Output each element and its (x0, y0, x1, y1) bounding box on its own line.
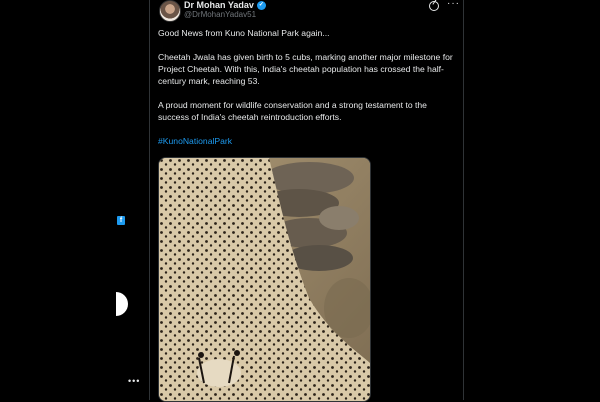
avatar[interactable] (159, 0, 181, 22)
tweet-text: Good News from Kuno National Park again.… (158, 27, 458, 147)
tweet-post: Dr Mohan Yadav ✓ @DrMohanYadav51 ··· Goo… (150, 0, 463, 402)
tweet-paragraph: Good News from Kuno National Park again.… (158, 28, 330, 38)
tweet-media-image[interactable] (158, 157, 371, 402)
author-display-name[interactable]: Dr Mohan Yadav (184, 0, 254, 10)
cheetah-with-cubs-photo (159, 158, 370, 401)
sidebar-toggle-icon[interactable] (116, 292, 128, 316)
left-sidebar: f ••• (0, 0, 150, 400)
more-options-icon[interactable]: ··· (447, 0, 460, 9)
grok-icon[interactable] (429, 1, 439, 11)
tweet-paragraph: Cheetah Jwala has given birth to 5 cubs,… (158, 52, 453, 86)
hashtag-link[interactable]: #KunoNationalPark (158, 135, 458, 147)
column-divider (463, 0, 464, 400)
facebook-icon[interactable]: f (117, 216, 125, 225)
more-options-icon[interactable]: ••• (128, 376, 140, 386)
verified-badge-icon[interactable]: ✓ (256, 0, 266, 10)
tweet-paragraph: A proud moment for wildlife conservation… (158, 100, 427, 122)
author-handle[interactable]: @DrMohanYadav51 (184, 10, 256, 19)
author-name-row: Dr Mohan Yadav ✓ (184, 0, 266, 10)
